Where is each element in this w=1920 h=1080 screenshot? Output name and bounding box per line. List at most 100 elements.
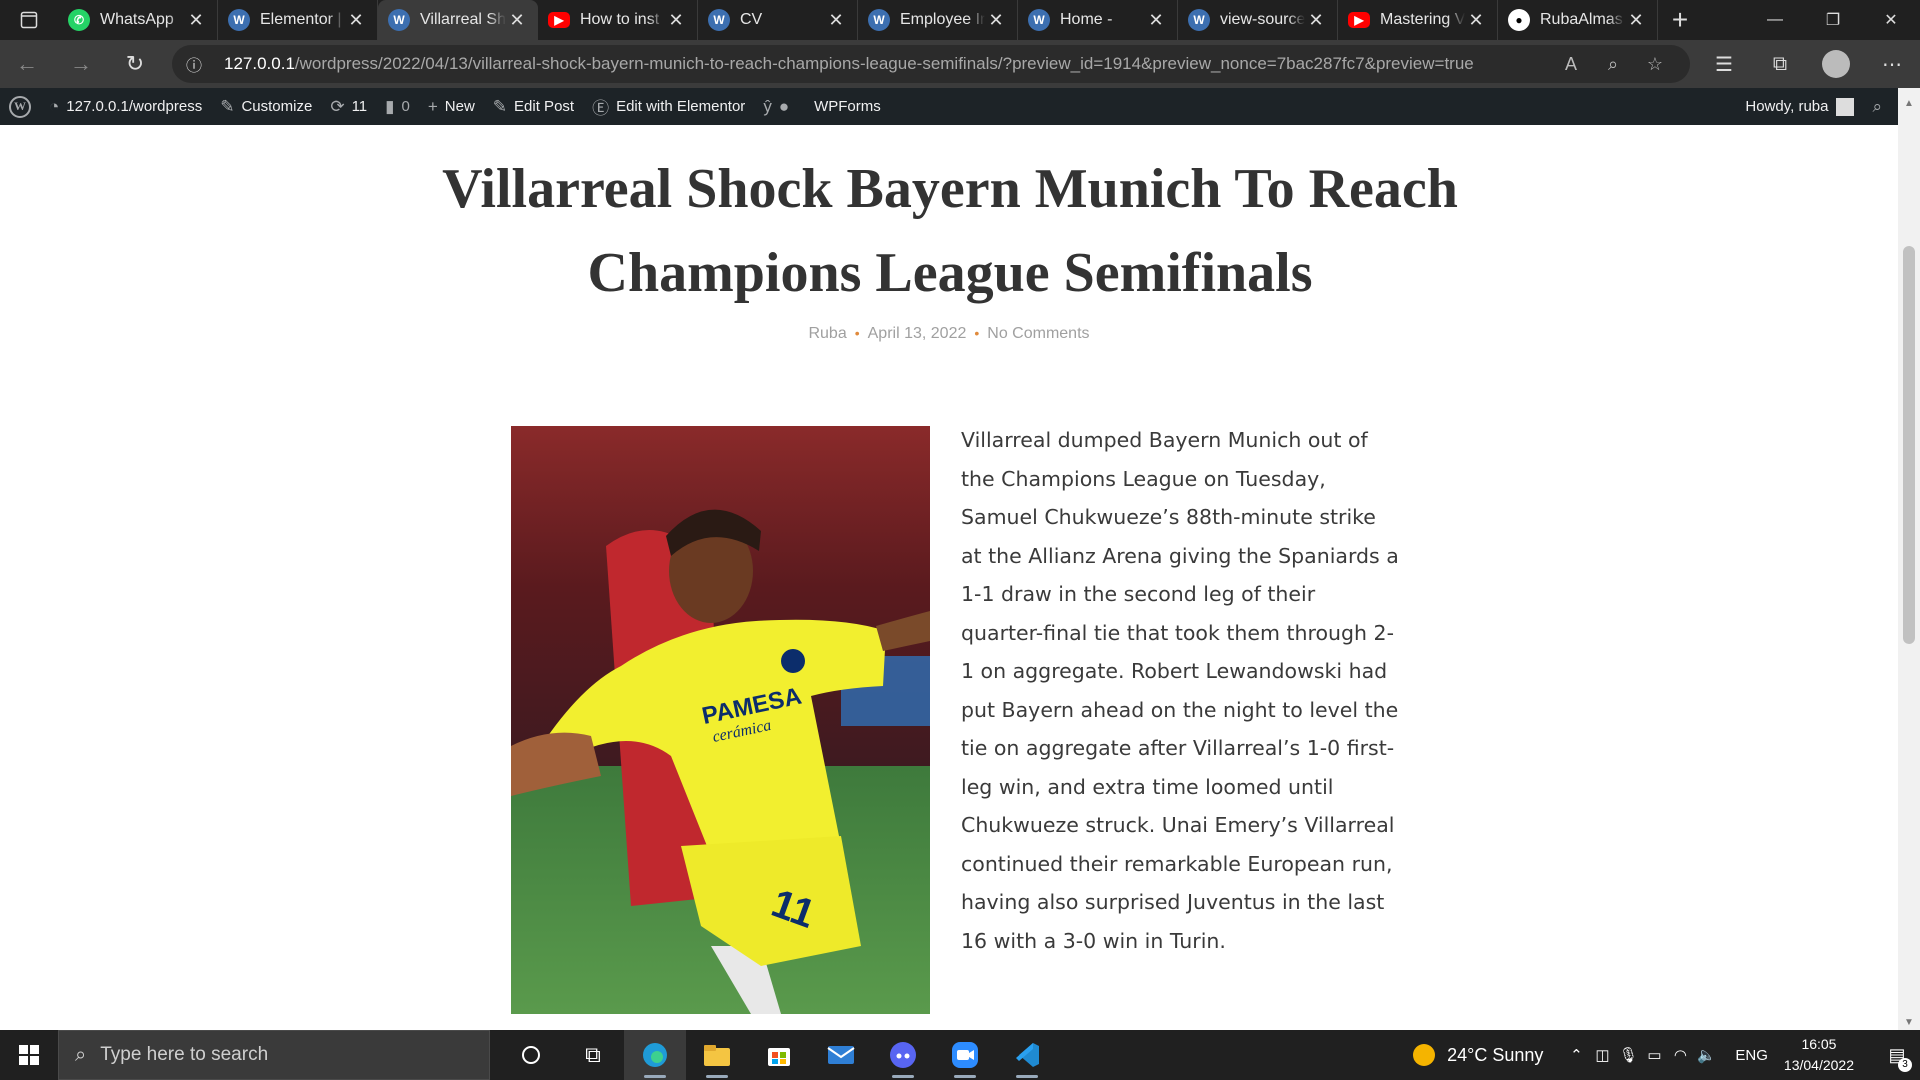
- page-scrollbar[interactable]: ▲ ▼: [1898, 88, 1920, 1030]
- edit-elementor-link[interactable]: Ⓔ Edit with Elementor: [583, 88, 754, 125]
- back-icon[interactable]: ←: [0, 44, 54, 84]
- tab-whatsapp[interactable]: ✆ WhatsApp ✕: [58, 0, 218, 40]
- cortana-icon[interactable]: [500, 1030, 562, 1080]
- volume-icon[interactable]: 🔈: [1693, 1046, 1719, 1064]
- zoom-icon[interactable]: [934, 1030, 996, 1080]
- tab-elementor[interactable]: W Elementor | ✕: [218, 0, 378, 40]
- new-content-menu[interactable]: + New: [419, 88, 484, 125]
- tab-actions-icon[interactable]: [0, 0, 58, 40]
- close-tab-icon[interactable]: ✕: [1145, 10, 1167, 31]
- close-tab-icon[interactable]: ✕: [1465, 10, 1487, 31]
- tab-cv[interactable]: W CV ✕: [698, 0, 858, 40]
- tab-title: How to inst: [580, 11, 660, 28]
- dashboard-icon: ◔: [49, 96, 60, 116]
- avatar: [1822, 50, 1850, 78]
- close-window-icon[interactable]: ✕: [1862, 0, 1920, 40]
- post-author[interactable]: Ruba: [808, 325, 846, 342]
- wp-logo-menu[interactable]: W: [0, 88, 40, 125]
- scrollbar-thumb[interactable]: [1903, 246, 1915, 644]
- close-tab-icon[interactable]: ✕: [1625, 10, 1647, 31]
- edge-icon[interactable]: [624, 1030, 686, 1080]
- weather-widget[interactable]: 24°C Sunny: [1413, 1044, 1543, 1066]
- close-tab-icon[interactable]: ✕: [185, 10, 207, 31]
- close-tab-icon[interactable]: ✕: [345, 10, 367, 31]
- plus-icon: +: [427, 96, 438, 116]
- search-icon: ⌕: [1872, 96, 1882, 116]
- read-aloud-icon[interactable]: A: [1550, 54, 1592, 75]
- close-tab-icon[interactable]: ✕: [665, 10, 687, 31]
- wordpress-icon: W: [1188, 9, 1210, 31]
- restore-icon[interactable]: ❐: [1804, 0, 1862, 40]
- close-tab-icon[interactable]: ✕: [825, 10, 847, 31]
- forward-icon[interactable]: →: [54, 44, 108, 84]
- site-name: 127.0.0.1/wordpress: [66, 98, 203, 115]
- taskbar-apps: ⧉: [500, 1030, 1058, 1080]
- avatar: [1836, 97, 1855, 116]
- customize-menu[interactable]: ✎ Customize: [211, 88, 321, 125]
- tab-title: view-source: [1220, 11, 1305, 28]
- yoast-menu[interactable]: ŷ ●: [754, 88, 805, 125]
- meta-separator: •: [974, 325, 980, 341]
- updates-menu[interactable]: ⟳ 11: [321, 88, 376, 125]
- store-icon[interactable]: [748, 1030, 810, 1080]
- close-tab-icon[interactable]: ✕: [506, 10, 528, 31]
- youtube-icon: ▶: [1348, 12, 1370, 28]
- zoom-icon[interactable]: ⌕: [1592, 54, 1634, 75]
- clock-date: 13/04/2022: [1783, 1057, 1854, 1073]
- address-bar[interactable]: ⓘ 127.0.0.1/wordpress/2022/04/13/villarr…: [172, 45, 1690, 83]
- admin-search-icon[interactable]: ⌕: [1863, 88, 1898, 125]
- close-tab-icon[interactable]: ✕: [1305, 10, 1327, 31]
- edit-post-link[interactable]: ✎ Edit Post: [484, 88, 583, 125]
- url-text[interactable]: 127.0.0.1/wordpress/2022/04/13/villarrea…: [224, 54, 1550, 74]
- my-account-menu[interactable]: Howdy, ruba: [1736, 88, 1863, 125]
- scroll-down-icon[interactable]: ▼: [1904, 1017, 1914, 1028]
- seo-status-icon: ●: [778, 96, 790, 116]
- favorites-icon[interactable]: ☰: [1696, 50, 1752, 78]
- task-view-icon[interactable]: ⧉: [562, 1030, 624, 1080]
- tab-villarreal[interactable]: W Villarreal Sh ✕: [378, 0, 538, 40]
- tab-mastering[interactable]: ▶ Mastering V ✕: [1338, 0, 1498, 40]
- microphone-icon[interactable]: 🎙: [1615, 1046, 1641, 1064]
- howdy-label: Howdy, ruba: [1745, 98, 1829, 115]
- meta-separator: •: [854, 325, 860, 341]
- refresh-icon[interactable]: ↻: [108, 44, 162, 84]
- tab-youtube-install[interactable]: ▶ How to inst ✕: [538, 0, 698, 40]
- battery-icon[interactable]: ▭: [1641, 1046, 1667, 1064]
- scroll-up-icon[interactable]: ▲: [1904, 98, 1914, 109]
- browser-tab-strip: ✆ WhatsApp ✕ W Elementor | ✕ W Villarrea…: [0, 0, 1920, 40]
- more-options-icon[interactable]: ⋯: [1864, 50, 1920, 78]
- mail-icon[interactable]: [810, 1030, 872, 1080]
- post-date[interactable]: April 13, 2022: [868, 325, 967, 342]
- tab-home[interactable]: W Home - ✕: [1018, 0, 1178, 40]
- close-tab-icon[interactable]: ✕: [985, 10, 1007, 31]
- minimize-icon[interactable]: —: [1746, 0, 1804, 40]
- clock[interactable]: 16:05 13/04/2022: [1784, 1034, 1854, 1076]
- add-favorite-icon[interactable]: ☆: [1634, 54, 1676, 75]
- post-comments-link[interactable]: No Comments: [987, 325, 1089, 342]
- wifi-icon[interactable]: ◠: [1667, 1046, 1693, 1064]
- language-indicator[interactable]: ENG: [1735, 1047, 1768, 1064]
- comment-icon: ▮: [385, 96, 395, 116]
- profile-icon[interactable]: [1808, 50, 1864, 78]
- comments-menu[interactable]: ▮ 0: [376, 88, 419, 125]
- windows-start-icon[interactable]: [0, 1030, 58, 1080]
- taskbar-search[interactable]: ⌕ Type here to search: [58, 1030, 490, 1080]
- tab-github[interactable]: ● RubaAlmas ✕: [1498, 0, 1658, 40]
- camera-icon[interactable]: ◫: [1589, 1046, 1615, 1064]
- tab-title: Home -: [1060, 11, 1113, 28]
- tab-title: Elementor |: [260, 11, 342, 28]
- site-info-icon[interactable]: ⓘ: [186, 52, 212, 76]
- chevron-up-icon[interactable]: ⌃: [1563, 1046, 1589, 1064]
- file-explorer-icon[interactable]: [686, 1030, 748, 1080]
- wpforms-menu[interactable]: WPForms: [805, 88, 890, 125]
- tab-employee[interactable]: W Employee Ir ✕: [858, 0, 1018, 40]
- site-name-menu[interactable]: ◔ 127.0.0.1/wordpress: [40, 88, 211, 125]
- new-tab-button[interactable]: +: [1658, 0, 1702, 40]
- notification-center-icon[interactable]: ▤ 3: [1874, 1045, 1920, 1072]
- vscode-icon[interactable]: [996, 1030, 1058, 1080]
- customize-label: Customize: [241, 98, 313, 115]
- tab-view-source[interactable]: W view-source ✕: [1178, 0, 1338, 40]
- collections-icon[interactable]: ⧉: [1752, 50, 1808, 78]
- wpforms-label: WPForms: [814, 98, 881, 115]
- discord-icon[interactable]: [872, 1030, 934, 1080]
